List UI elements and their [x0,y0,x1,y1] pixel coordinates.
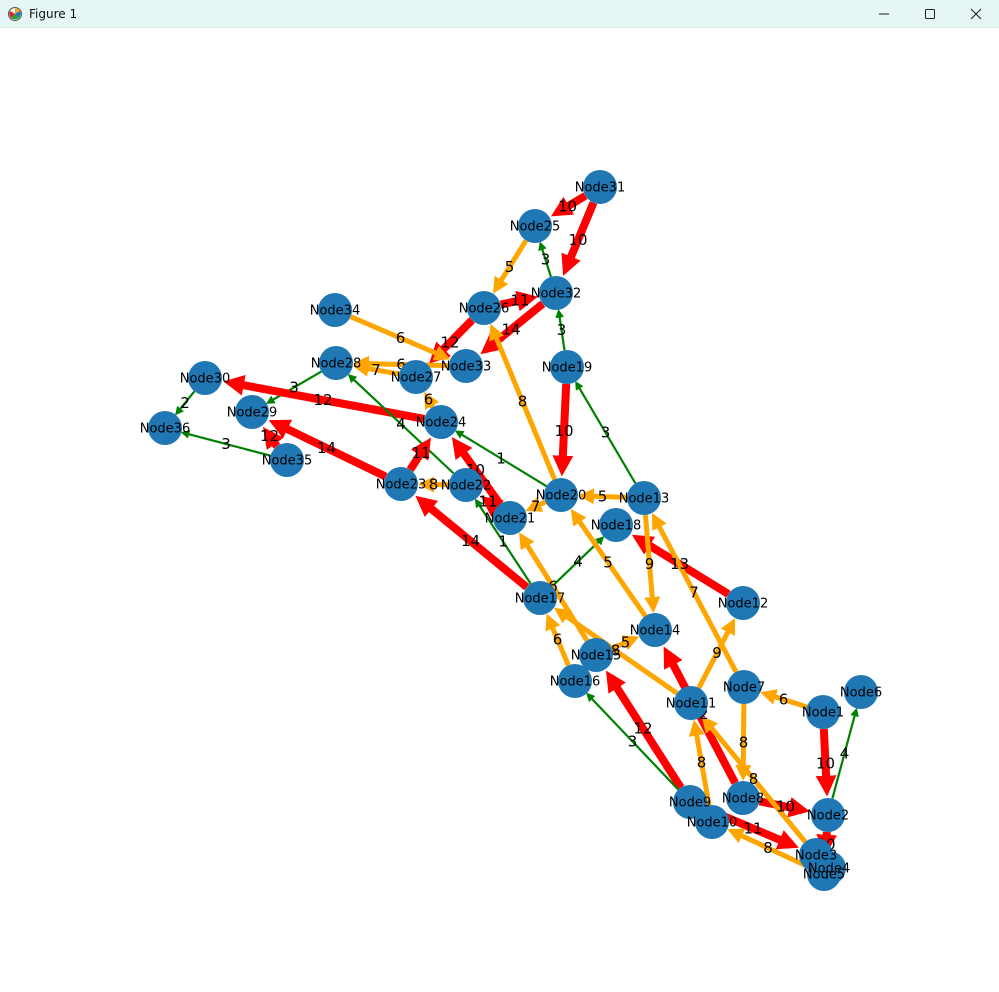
node-label: Node14 [630,624,680,639]
edge-weight-label: 2 [180,394,190,412]
edge-weight-label: 1 [496,450,506,468]
node-label: Node30 [180,372,230,387]
node-label: Node32 [531,287,581,302]
figure-canvas: 1010531114126673108331246231214111018711… [0,28,999,988]
close-icon [970,8,982,20]
edge-weight-label: 8 [429,476,439,494]
matplotlib-app-icon [7,6,23,22]
edge-weight-label: 6 [424,391,434,409]
minimize-icon [878,8,890,20]
edge-weight-label: 13 [670,555,689,573]
node-label: Node19 [542,361,592,376]
edge-weight-label: 12 [440,334,459,352]
edge-weight-label: 1 [498,533,508,551]
edge-weight-label: 9 [712,644,722,662]
edge-weight-label: 11 [510,292,529,310]
edge-weight-label: 3 [557,321,567,339]
node-label: Node26 [459,302,509,317]
edge-weight-label: 14 [461,532,480,550]
edge-weight-label: 6 [779,691,789,709]
edge-weight-label: 6 [553,631,563,649]
node-label: Node6 [840,686,882,701]
edge-weight-label: 10 [554,422,573,440]
node-label: Node27 [391,371,441,386]
node-label: Node36 [140,422,190,437]
edge-weight-label: 12 [313,391,332,409]
node-label: Node33 [441,360,491,375]
node-label: Node24 [416,416,466,431]
node-label: Node28 [311,357,361,372]
node-label: Node13 [619,492,669,507]
edge-weight-label: 8 [518,393,528,411]
node-label: Node16 [550,675,600,690]
edge-weight-label: 11 [743,820,762,838]
edge-weight-label: 10 [558,198,577,216]
node-label: Node34 [310,304,360,319]
minimize-button[interactable] [861,0,907,27]
edge-weight-label: 5 [598,488,608,506]
node-label: Node8 [722,792,764,807]
edge-weight-label: 10 [816,755,835,773]
node-label: Node15 [571,649,621,664]
close-button[interactable] [953,0,999,27]
edge-weight-label: 11 [411,444,430,462]
window-controls [861,0,999,27]
node-label: Node35 [262,454,312,469]
node-label: Node1 [802,706,844,721]
window-titlebar: Figure 1 [0,0,999,28]
edge-weight-label: 9 [645,555,655,573]
edge-weight-label: 6 [396,329,406,347]
edge-weight-label: 8 [739,734,749,752]
node-label: Node7 [723,681,765,696]
edge-weight-label: 11 [478,493,497,511]
node-label: Node10 [687,816,737,831]
edge-weight-label: 8 [697,754,707,772]
node-label: Node29 [227,406,277,421]
edge-weight-label: 12 [260,427,279,445]
edge-weight-label: 4 [573,553,583,571]
edge-weight-label: 3 [628,733,638,751]
edge-weight-label: 10 [568,231,587,249]
nodes-layer [148,170,878,891]
window-title: Figure 1 [29,7,77,21]
node-label: Node31 [575,181,625,196]
edge-weight-label: 4 [840,745,850,763]
maximize-icon [924,8,936,20]
node-label: Node25 [510,220,560,235]
node-label: Node22 [441,479,491,494]
network-graph: 1010531114126673108331246231214111018711… [0,28,999,988]
node-label: Node23 [376,478,426,493]
edge-weight-label: 3 [289,379,299,397]
node-label: Node5 [803,868,845,883]
node-label: Node11 [666,697,716,712]
edge-weight-label: 14 [317,439,336,457]
node-label: Node21 [485,512,535,527]
edge-weight-label: 5 [603,554,613,572]
edge-weight-label: 3 [601,424,611,442]
maximize-button[interactable] [907,0,953,27]
edge-weight-label: 3 [541,251,551,269]
edge-weight-label: 8 [763,839,773,857]
edge-weight-label: 4 [396,415,406,433]
edge-weight-label: 7 [371,361,381,379]
node-label: Node17 [515,592,565,607]
edge-weight-label: 14 [501,321,520,339]
edge-weight-label: 10 [776,798,795,816]
node-label: Node18 [591,519,641,534]
node-label: Node9 [669,796,711,811]
edge-weight-label: 3 [221,435,231,453]
node-label: Node2 [807,809,849,824]
node-label: Node20 [536,489,586,504]
edge-weight-label: 7 [689,584,699,602]
edge-weight-label: 5 [505,258,515,276]
node-label: Node12 [718,597,768,612]
